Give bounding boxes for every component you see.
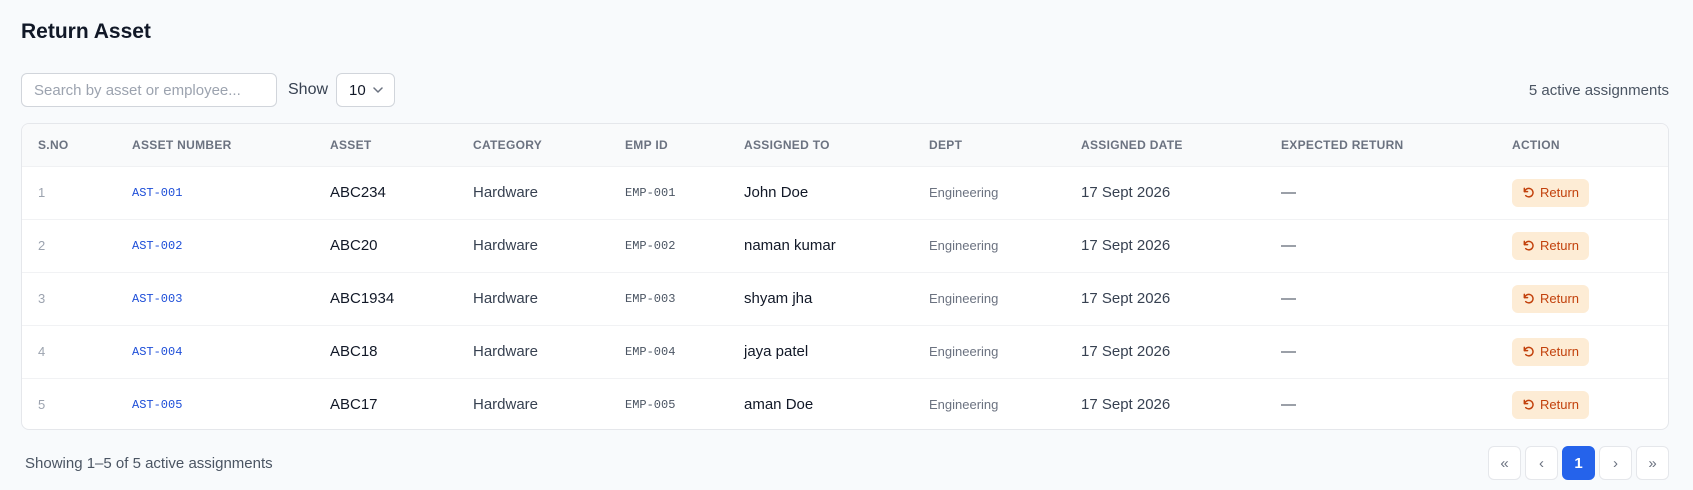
cell-dept: Engineering <box>929 291 999 306</box>
cell-emp-id: EMP-001 <box>625 185 676 200</box>
cell-assigned-to: aman Doe <box>744 396 814 414</box>
return-button[interactable]: Return <box>1512 337 1590 366</box>
cell-asset: ABC234 <box>330 184 386 201</box>
prev-page-button[interactable]: ‹ <box>1525 446 1558 480</box>
undo-icon <box>1523 346 1534 357</box>
cell-assigned-to: naman kumar <box>744 237 836 254</box>
return-button[interactable]: Return <box>1512 284 1590 313</box>
cell-category: Hardware <box>473 396 539 414</box>
return-button-label: Return <box>1540 238 1580 253</box>
table-row: 4 AST-004 ABC18 Hardware EMP-004 jaya pa… <box>22 325 1668 378</box>
page-1-button[interactable]: 1 <box>1562 446 1595 480</box>
cell-dept: Engineering <box>929 185 999 200</box>
return-asset-page: Return Asset Show 10 5 active assignment… <box>0 0 1693 490</box>
chevron-down-icon <box>373 87 383 93</box>
table-row: 2 AST-002 ABC20 Hardware EMP-002 naman k… <box>22 219 1668 272</box>
active-assignments-count: 5 active assignments <box>1528 81 1669 99</box>
col-header-emp-id: EMP ID <box>609 124 728 167</box>
cell-expected-return: — <box>1281 343 1296 360</box>
col-header-assigned-date: ASSIGNED DATE <box>1065 124 1265 167</box>
table-row: 3 AST-003 ABC1934 Hardware EMP-003 shyam… <box>22 272 1668 325</box>
search-input[interactable] <box>21 73 277 107</box>
cell-assigned-to: John Doe <box>744 184 809 201</box>
cell-assigned-to: shyam jha <box>744 290 813 307</box>
return-button-label: Return <box>1540 291 1580 306</box>
cell-sno: 4 <box>38 344 46 359</box>
cell-expected-return: — <box>1281 184 1296 201</box>
cell-sno: 5 <box>38 397 46 413</box>
col-header-expected-return: EXPECTED RETURN <box>1265 124 1496 167</box>
cell-assigned-to: jaya patel <box>744 343 809 360</box>
last-page-button[interactable]: » <box>1636 446 1669 480</box>
pagination: « ‹ 1 › » <box>1488 446 1669 480</box>
table-header-row: S.NO ASSET NUMBER ASSET CATEGORY EMP ID … <box>22 124 1668 167</box>
cell-asset: ABC17 <box>330 396 378 414</box>
return-button-label: Return <box>1540 185 1580 200</box>
cell-expected-return: — <box>1281 396 1296 414</box>
cell-sno: 2 <box>38 238 46 253</box>
cell-assigned-date: 17 Sept 2026 <box>1081 343 1171 360</box>
cell-assigned-date: 17 Sept 2026 <box>1081 237 1171 254</box>
cell-emp-id: EMP-003 <box>625 291 676 306</box>
col-header-category: CATEGORY <box>457 124 609 167</box>
assignments-table-card: S.NO ASSET NUMBER ASSET CATEGORY EMP ID … <box>21 123 1669 430</box>
cell-asset: ABC20 <box>330 237 378 254</box>
cell-asset: ABC18 <box>330 343 378 360</box>
table-row: 1 AST-001 ABC234 Hardware EMP-001 John D… <box>22 166 1668 219</box>
col-header-action: ACTION <box>1496 124 1668 167</box>
cell-dept: Engineering <box>929 397 999 413</box>
col-header-sno: S.NO <box>22 124 116 167</box>
asset-number-link[interactable]: AST-002 <box>116 219 314 272</box>
cell-assigned-date: 17 Sept 2026 <box>1081 184 1171 201</box>
cell-assigned-date: 17 Sept 2026 <box>1081 290 1171 307</box>
show-label: Show <box>288 81 329 98</box>
table-row: 5 AST-005 ABC17 Hardware EMP-005 aman Do… <box>22 378 1668 429</box>
cell-emp-id: EMP-004 <box>625 344 676 359</box>
next-page-button[interactable]: › <box>1599 446 1632 480</box>
return-button-label: Return <box>1540 344 1580 359</box>
page-title: Return Asset <box>21 20 151 43</box>
asset-number-link[interactable]: AST-003 <box>116 272 314 325</box>
return-button[interactable]: Return <box>1512 178 1590 207</box>
page-size-select[interactable]: 10 <box>336 73 396 107</box>
cell-category: Hardware <box>473 343 539 360</box>
cell-sno: 3 <box>38 291 46 306</box>
undo-icon <box>1523 187 1534 198</box>
asset-number-link[interactable]: AST-005 <box>116 378 314 429</box>
cell-sno: 1 <box>38 185 46 200</box>
cell-dept: Engineering <box>929 238 999 253</box>
cell-expected-return: — <box>1281 290 1296 307</box>
col-header-asset-number: ASSET NUMBER <box>116 124 314 167</box>
col-header-assigned-to: ASSIGNED TO <box>728 124 913 167</box>
asset-number-link[interactable]: AST-001 <box>116 166 314 219</box>
col-header-asset: ASSET <box>314 124 457 167</box>
return-button-label: Return <box>1540 397 1580 413</box>
col-header-dept: DEPT <box>913 124 1065 167</box>
return-button[interactable]: Return <box>1512 390 1590 419</box>
showing-summary: Showing 1–5 of 5 active assignments <box>25 455 273 472</box>
cell-asset: ABC1934 <box>330 290 395 307</box>
cell-assigned-date: 17 Sept 2026 <box>1081 396 1171 414</box>
assignments-table: S.NO ASSET NUMBER ASSET CATEGORY EMP ID … <box>22 124 1668 429</box>
cell-category: Hardware <box>473 184 539 201</box>
undo-icon <box>1523 293 1534 304</box>
toolbar: Show 10 5 active assignments <box>21 73 1669 107</box>
cell-expected-return: — <box>1281 237 1296 254</box>
cell-dept: Engineering <box>929 344 999 359</box>
cell-emp-id: EMP-002 <box>625 238 676 253</box>
page-size-value: 10 <box>349 81 366 99</box>
return-button[interactable]: Return <box>1512 231 1590 260</box>
undo-icon <box>1523 240 1534 251</box>
cell-category: Hardware <box>473 290 539 307</box>
cell-category: Hardware <box>473 237 539 254</box>
asset-number-link[interactable]: AST-004 <box>116 325 314 378</box>
undo-icon <box>1523 399 1534 410</box>
first-page-button[interactable]: « <box>1488 446 1521 480</box>
cell-emp-id: EMP-005 <box>625 397 676 412</box>
